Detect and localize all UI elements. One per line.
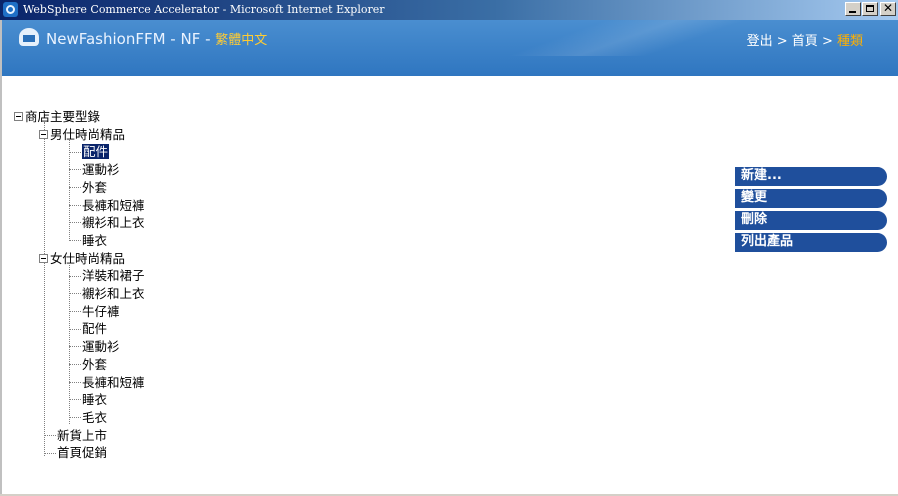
menu-marketing[interactable]: 行銷	[130, 84, 160, 105]
minimize-button[interactable]	[845, 2, 861, 16]
collapse-icon[interactable]	[39, 254, 48, 263]
tree-root[interactable]: 商店主要型錄	[25, 108, 100, 126]
close-button[interactable]	[880, 1, 896, 16]
breadcrumb-separator: >	[817, 34, 837, 49]
tree-category-home-promotions[interactable]: 首頁促銷	[57, 444, 107, 462]
header-links: 登出 > 首頁 > 種類	[747, 30, 863, 49]
internet-explorer-icon	[3, 2, 18, 17]
tree-item[interactable]: 長褲和短褲	[82, 197, 145, 215]
tree-category-new-arrivals[interactable]: 新貨上市	[57, 427, 107, 445]
tree-item[interactable]: 外套	[82, 356, 107, 374]
main-menu-bar: 商店 行銷 產品推銷 營運 說明	[0, 82, 898, 106]
window-title: WebSphere Commerce Accelerator - Microso…	[23, 3, 385, 16]
delete-button[interactable]: 刪除	[735, 211, 887, 230]
tree-item[interactable]: 運動衫	[82, 338, 120, 356]
tree-item[interactable]: 配件	[82, 143, 110, 161]
home-link[interactable]: 首頁	[792, 34, 818, 49]
tree-item[interactable]: 睡衣	[82, 232, 107, 250]
logout-link[interactable]: 登出	[747, 34, 773, 49]
tree-item[interactable]: 長褲和短褲	[82, 374, 145, 392]
header-banner: NewFashionFFM - NF - 繁體中文 登出 > 首頁 > 種類	[0, 20, 898, 76]
window-title-bar: WebSphere Commerce Accelerator - Microso…	[0, 0, 898, 20]
tree-item[interactable]: 外套	[82, 179, 107, 197]
tree-item[interactable]: 睡衣	[82, 391, 107, 409]
tree-item[interactable]: 毛衣	[82, 409, 107, 427]
new-button[interactable]: 新建...	[735, 167, 887, 186]
collapse-icon[interactable]	[39, 130, 48, 139]
current-page-label: 種類	[836, 34, 863, 49]
breadcrumb-separator: >	[772, 34, 792, 49]
tree-item[interactable]: 洋裝和裙子	[82, 267, 145, 285]
menu-merchandising[interactable]: 產品推銷	[218, 84, 278, 105]
menu-store[interactable]: 商店	[41, 84, 71, 105]
store-icon	[19, 28, 39, 46]
maximize-button[interactable]	[862, 2, 878, 16]
tree-item[interactable]: 襯衫和上衣	[82, 214, 145, 232]
tree-category-men[interactable]: 男仕時尚精品	[50, 126, 125, 144]
collapse-icon[interactable]	[14, 112, 23, 121]
tree-item[interactable]: 運動衫	[82, 161, 120, 179]
change-button[interactable]: 變更	[735, 189, 887, 208]
tree-item[interactable]: 配件	[82, 320, 107, 338]
tree-item[interactable]: 襯衫和上衣	[82, 285, 145, 303]
tree-category-women[interactable]: 女仕時尚精品	[50, 250, 125, 268]
store-language: 繁體中文	[215, 33, 268, 48]
store-name: NewFashionFFM - NF - 繁體中文	[46, 29, 267, 48]
tree-item[interactable]: 牛仔褲	[82, 303, 120, 321]
menu-operations[interactable]: 營運	[338, 84, 368, 105]
menu-help[interactable]: 說明	[427, 84, 457, 105]
list-products-button[interactable]: 列出產品	[735, 233, 887, 252]
store-name-text: NewFashionFFM - NF -	[46, 30, 216, 48]
